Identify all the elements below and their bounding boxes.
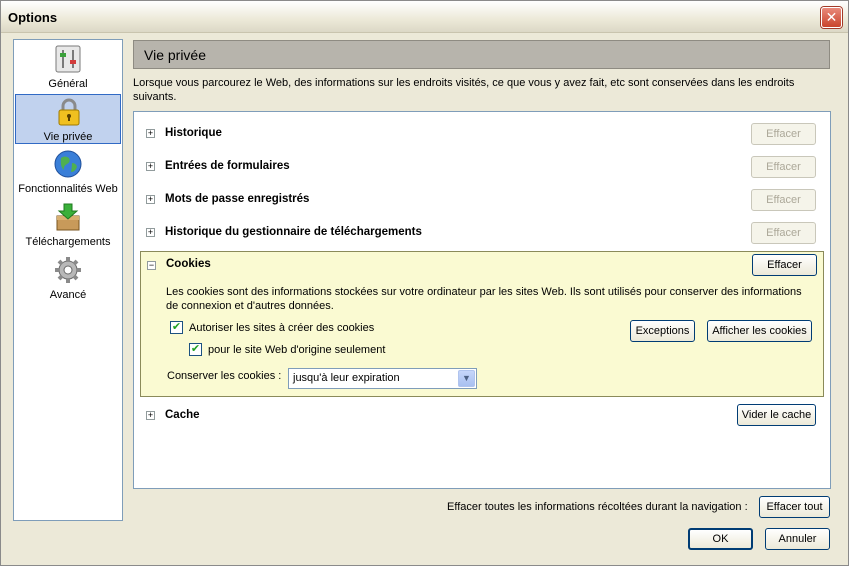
expand-toggle[interactable]: + xyxy=(146,129,155,138)
expand-toggle[interactable]: + xyxy=(146,411,155,420)
privacy-items-panel: + Historique Effacer + Entrées de formul… xyxy=(133,111,831,489)
exceptions-button[interactable]: Exceptions xyxy=(630,320,695,342)
row-title: Historique xyxy=(165,127,222,139)
sidebar-item-downloads[interactable]: Téléchargements xyxy=(15,200,121,250)
globe-icon xyxy=(54,150,82,178)
sidebar-item-label: Vie privée xyxy=(43,131,93,143)
download-icon xyxy=(56,203,80,231)
allow-cookies-checkbox[interactable]: ✔ xyxy=(170,321,183,334)
origin-only-label: pour le site Web d'origine seulement xyxy=(208,344,386,356)
sidebar-item-privacy[interactable]: Vie privée xyxy=(15,94,121,144)
clear-all-button[interactable]: Effacer tout xyxy=(759,496,830,518)
clear-cache-button[interactable]: Vider le cache xyxy=(737,404,816,426)
window-title: Options xyxy=(8,10,58,25)
clear-passwords-button[interactable]: Effacer xyxy=(751,189,816,211)
clear-cookies-button[interactable]: Effacer xyxy=(752,254,817,276)
keep-cookies-label: Conserver les cookies : xyxy=(167,370,282,382)
expand-toggle[interactable]: + xyxy=(146,195,155,204)
clear-all-label: Effacer toutes les informations récoltée… xyxy=(447,501,748,513)
row-title: Entrées de formulaires xyxy=(165,160,290,172)
clear-downloads-button[interactable]: Effacer xyxy=(751,222,816,244)
row-form-entries: + Entrées de formulaires Effacer xyxy=(134,150,830,183)
row-saved-passwords: + Mots de passe enregistrés Effacer xyxy=(134,183,830,216)
close-icon: ✕ xyxy=(825,9,838,25)
keep-cookies-select[interactable]: jusqu'à leur expiration ▼ xyxy=(288,368,477,389)
category-sidebar: Général Vie privée Fonctionnalités Web T… xyxy=(13,39,123,521)
gear-icon xyxy=(55,257,81,283)
chevron-down-icon[interactable]: ▼ xyxy=(458,370,475,387)
sidebar-item-web-features[interactable]: Fonctionnalités Web xyxy=(15,147,121,197)
sidebar-item-advanced[interactable]: Avancé xyxy=(15,253,121,303)
sidebar-item-label: Général xyxy=(48,78,88,90)
sidebar-item-general[interactable]: Général xyxy=(15,42,121,92)
close-button[interactable]: ✕ xyxy=(821,7,842,28)
cookies-section: − Cookies Effacer Les cookies sont des i… xyxy=(140,251,824,397)
general-icon xyxy=(55,45,81,73)
lock-icon xyxy=(58,98,80,126)
sidebar-item-label: Fonctionnalités Web xyxy=(18,183,118,195)
keep-cookies-value: jusqu'à leur expiration xyxy=(293,372,400,384)
page-title-bar: Vie privée xyxy=(133,40,830,69)
row-download-history: + Historique du gestionnaire de téléchar… xyxy=(134,216,830,249)
row-cache: + Cache Vider le cache xyxy=(134,399,830,432)
expand-toggle[interactable]: + xyxy=(146,162,155,171)
cookies-title: Cookies xyxy=(166,258,211,270)
row-title: Historique du gestionnaire de télécharge… xyxy=(165,226,422,238)
options-window: Options ✕ Général Vie privée Fonctionnal… xyxy=(0,0,849,566)
cookies-description: Les cookies sont des informations stocké… xyxy=(166,286,802,312)
sidebar-item-label: Téléchargements xyxy=(25,236,111,248)
cancel-button[interactable]: Annuler xyxy=(765,528,830,550)
origin-only-checkbox[interactable]: ✔ xyxy=(189,343,202,356)
page-title: Vie privée xyxy=(144,47,207,63)
row-history: + Historique Effacer xyxy=(134,117,830,150)
collapse-toggle[interactable]: − xyxy=(147,261,156,270)
title-bar[interactable]: Options ✕ xyxy=(1,1,848,33)
allow-cookies-label: Autoriser les sites à créer des cookies xyxy=(189,322,375,334)
clear-forms-button[interactable]: Effacer xyxy=(751,156,816,178)
row-title: Cache xyxy=(165,409,200,421)
intro-text: Lorsque vous parcourez le Web, des infor… xyxy=(133,77,795,103)
show-cookies-button[interactable]: Afficher les cookies xyxy=(707,320,812,342)
ok-button[interactable]: OK xyxy=(688,528,753,550)
clear-history-button[interactable]: Effacer xyxy=(751,123,816,145)
sidebar-item-label: Avancé xyxy=(49,289,87,301)
row-title: Mots de passe enregistrés xyxy=(165,193,310,205)
expand-toggle[interactable]: + xyxy=(146,228,155,237)
